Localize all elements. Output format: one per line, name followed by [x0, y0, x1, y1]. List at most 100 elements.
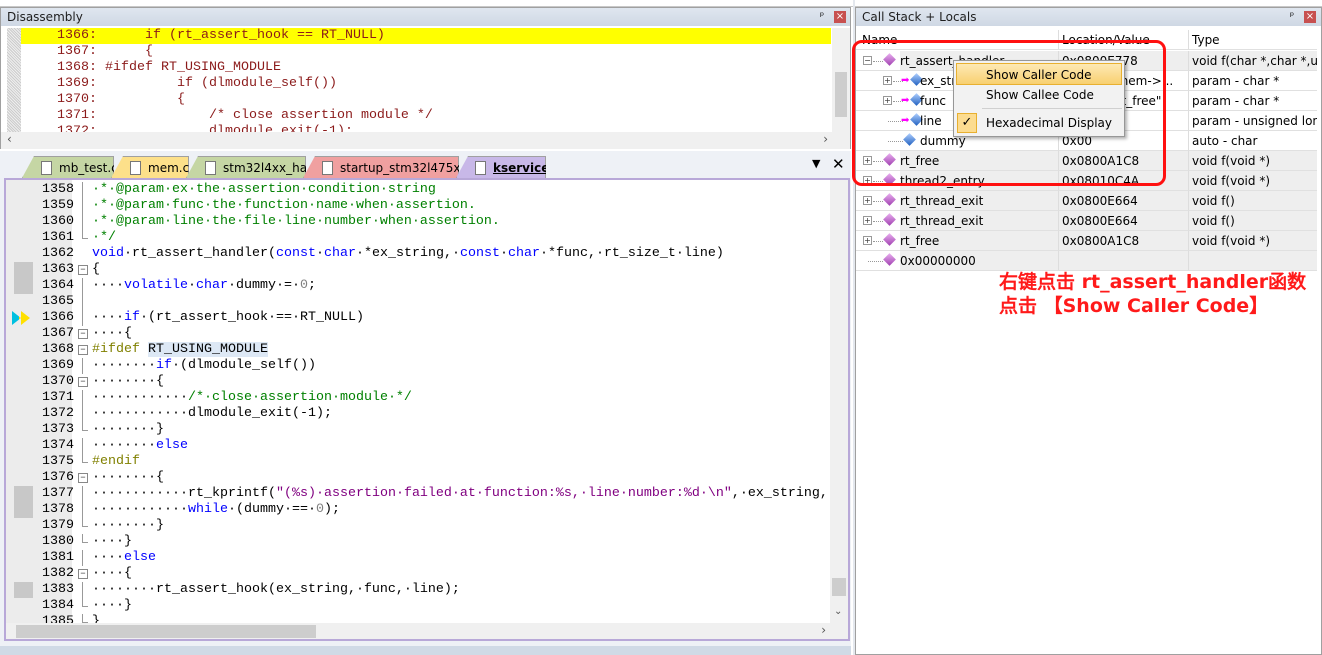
code-text: void·rt_assert_handler(const·char·*ex_st…	[92, 246, 724, 262]
fold-toggle-icon[interactable]: −	[78, 345, 88, 355]
code-token: const	[275, 246, 316, 261]
callstack-title: Call Stack + Locals	[856, 8, 1321, 26]
code-line: 1361 ·*/	[6, 230, 832, 246]
breakpoint-margin-mark[interactable]	[14, 278, 33, 294]
code-text: ·*·@param·line·the·file·line·number·when…	[92, 214, 500, 230]
code-token: if	[124, 310, 140, 325]
disassembly-line-number: 1369:	[57, 76, 97, 91]
callstack-row[interactable]: + rt_thread_exit 0x0800E664 void f()	[856, 211, 1317, 231]
scroll-left-icon[interactable]: ‹	[7, 132, 12, 146]
disassembly-line: 1367: {	[21, 44, 831, 60]
code-token: ·(dummy·==·	[227, 502, 316, 517]
disassembly-vscroll[interactable]	[832, 28, 850, 132]
callstack-row[interactable]: + rt_free 0x0800A1C8 void f(void *)	[856, 231, 1317, 251]
code-token: ·*/	[92, 230, 116, 245]
code-line: 1362 void·rt_assert_handler(const·char·*e…	[6, 246, 832, 262]
breakpoint-margin-mark[interactable]	[14, 486, 33, 502]
disassembly-hscroll[interactable]: ‹ ›	[1, 132, 850, 149]
code-line: 1378 ············while·(dummy·==·0);	[6, 502, 832, 518]
tab-stm32l4xx-hal-c[interactable]: stm32l4xx_hal.c	[186, 156, 306, 178]
line-number: 1369	[42, 358, 74, 373]
code-token: ·	[499, 246, 508, 261]
code-text: ········rt_assert_hook(ex_string,·func,·…	[92, 582, 460, 598]
scroll-right-icon[interactable]: ›	[823, 132, 828, 146]
code-line: 1358 ·*·@param·ex·the·assertion·condition…	[6, 182, 832, 198]
close-tab-icon[interactable]: ✕	[832, 155, 845, 173]
code-token: ·dummy·=·	[228, 278, 300, 293]
hscroll-thumb[interactable]	[16, 625, 316, 638]
row-type: void f(void *)	[1188, 171, 1317, 191]
disassembly-line: 1371: /* close assertion module */	[21, 108, 831, 124]
disassembly-line-text: #ifdef RT_USING_MODULE	[97, 60, 281, 75]
tab-list-icon[interactable]: ▼	[812, 157, 820, 170]
line-number: 1380	[42, 534, 74, 549]
code-token: ········{	[92, 374, 164, 389]
pin-icon[interactable]: ᵖ	[816, 11, 828, 23]
scroll-thumb[interactable]	[832, 578, 846, 596]
callstack-row[interactable]: 0x00000000	[856, 251, 1317, 271]
editor-hscroll[interactable]: ›	[6, 623, 848, 639]
callstack-row[interactable]: + rt_thread_exit 0x0800E664 void f()	[856, 191, 1317, 211]
menu-item-show-callee-code[interactable]: Show Callee Code	[954, 84, 1124, 106]
fold-toggle-icon[interactable]: −	[78, 265, 88, 275]
fold-toggle-icon[interactable]: −	[78, 377, 88, 387]
fold-line	[82, 582, 83, 598]
code-token: ····}	[92, 598, 132, 613]
line-number: 1363	[42, 262, 74, 277]
code-token: ········}	[92, 422, 164, 437]
expand-toggle-icon[interactable]: +	[863, 236, 872, 245]
code-token: char	[507, 246, 540, 261]
tab-mem-c[interactable]: mem.c	[111, 156, 189, 178]
code-text: ········if·(dlmodule_self())	[92, 358, 316, 374]
function-icon	[883, 253, 896, 266]
fold-toggle-icon[interactable]: −	[78, 329, 88, 339]
breakpoint-margin-mark[interactable]	[14, 262, 33, 278]
line-number: 1376	[42, 470, 74, 485]
disassembly-line-number: 1367:	[57, 44, 97, 59]
tab-startup-stm32l475xx-s[interactable]: startup_stm32l475xx.s	[303, 156, 459, 178]
scroll-thumb[interactable]	[835, 72, 847, 117]
fold-line	[82, 182, 83, 198]
menu-item-show-caller-code[interactable]: Show Caller Code	[956, 63, 1122, 85]
fold-toggle-icon[interactable]: −	[78, 473, 88, 483]
expand-toggle-icon[interactable]: +	[863, 196, 872, 205]
breakpoint-margin-mark[interactable]	[14, 502, 33, 518]
close-icon[interactable]: ×	[1304, 11, 1316, 23]
disassembly-line-text: /* close assertion module */	[97, 108, 433, 123]
disassembly-line-text: if (dlmodule_self())	[97, 76, 337, 91]
code-token: );	[323, 502, 340, 517]
line-number: 1375	[42, 454, 74, 469]
code-token: else	[156, 438, 188, 453]
code-token: ·(rt_assert_hook·==·RT_NULL)	[140, 310, 364, 325]
line-number: 1371	[42, 390, 74, 405]
breakpoint-margin-mark[interactable]	[14, 582, 33, 598]
disassembly-line: 1368: #ifdef RT_USING_MODULE	[21, 60, 831, 76]
row-name-cell: + rt_thread_exit	[856, 191, 1058, 211]
code-line: 1383 ········rt_assert_hook(ex_string,·fu…	[6, 582, 832, 598]
disassembly-line-number: 1366:	[57, 28, 97, 43]
code-view[interactable]: 1358 ·*·@param·ex·the·assertion·condition…	[6, 182, 832, 625]
code-token: ·	[315, 246, 324, 261]
fold-end-tick	[82, 430, 88, 431]
tab-kservice-c[interactable]: kservice.c	[456, 156, 546, 178]
code-token: ·*ex_string,·	[355, 246, 460, 261]
line-number: 1373	[42, 422, 74, 437]
close-icon[interactable]: ×	[834, 11, 846, 23]
column-type[interactable]: Type	[1188, 30, 1317, 50]
code-token: ;	[307, 278, 316, 293]
expand-toggle-icon[interactable]: +	[863, 216, 872, 225]
tab-mb-test-c[interactable]: mb_test.c	[22, 156, 114, 178]
editor-vscroll[interactable]: ⌄	[830, 180, 848, 623]
code-token: volatile	[124, 278, 188, 293]
scroll-right-icon[interactable]: ›	[821, 623, 826, 637]
pin-icon[interactable]: ᵖ	[1286, 11, 1298, 23]
line-number: 1368	[42, 342, 74, 357]
code-text: ········{	[92, 374, 164, 390]
fold-toggle-icon[interactable]: −	[78, 569, 88, 579]
disassembly-line-text: if (rt_assert_hook == RT_NULL)	[97, 28, 385, 43]
code-token: ·rt_assert_handler(	[124, 246, 276, 261]
menu-item-hexadecimal-display[interactable]: Hexadecimal Display	[954, 112, 1124, 134]
scroll-down-icon[interactable]: ⌄	[834, 606, 842, 617]
fold-line	[82, 294, 83, 310]
